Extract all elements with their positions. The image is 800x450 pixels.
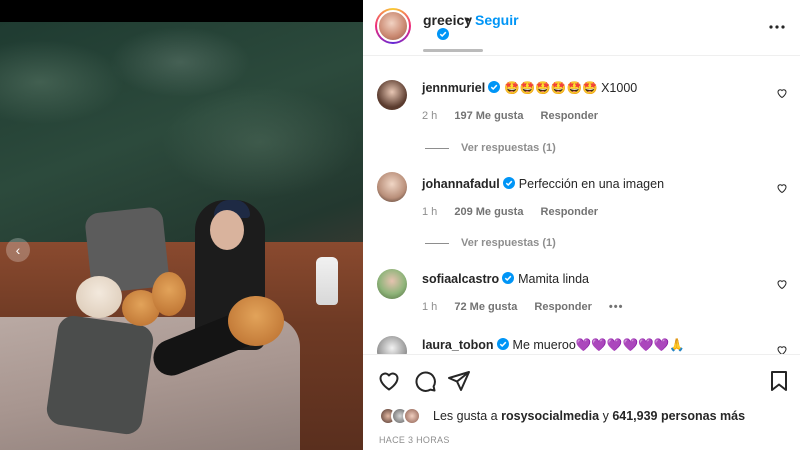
commenter-username[interactable]: laura_tobon [422, 338, 494, 352]
reply-button[interactable]: Responder [534, 301, 591, 313]
likes-prefix: Les gusta a [433, 409, 498, 423]
post-detail-panel: greeicy • Seguir jennmuriel 🤩🤩🤩🤩🤩🤩 X1000 … [363, 0, 800, 450]
post-actions: Les gusta a rosysocialmedia y 641,939 pe… [363, 354, 800, 450]
bookmark-icon[interactable] [767, 369, 791, 393]
view-replies-label: Ver respuestas (1) [461, 237, 556, 249]
pillow [44, 313, 156, 437]
divider [425, 242, 449, 244]
comment-likes[interactable]: 209 Me gusta [454, 206, 523, 218]
comment-meta: 1 h 72 Me gusta Responder ••• [422, 301, 637, 313]
comment-time: 1 h [422, 301, 438, 313]
follow-button[interactable]: Seguir [475, 12, 519, 28]
commenter-username[interactable]: johannafadul [422, 177, 500, 191]
commenter-avatar[interactable] [377, 80, 407, 110]
likes-middle: y [602, 409, 609, 423]
separator: • [465, 11, 470, 27]
chevron-left-icon: ‹ [15, 242, 21, 258]
verified-icon [496, 338, 509, 350]
verified-icon [502, 177, 515, 189]
dog [76, 276, 122, 318]
verified-icon [502, 272, 515, 284]
comments-list: jennmuriel 🤩🤩🤩🤩🤩🤩 X1000 2 h 197 Me gusta … [363, 56, 800, 354]
liked-by-avatars[interactable] [379, 407, 439, 425]
verified-icon [437, 28, 449, 40]
comment-options-button[interactable]: ••• [609, 301, 624, 313]
liked-by-user[interactable]: rosysocialmedia [501, 409, 599, 423]
commenter-username[interactable]: sofiaalcastro [422, 272, 499, 286]
dog [228, 296, 284, 346]
comment-text: Perfección en una imagen [518, 177, 665, 191]
comment-body: laura_tobon Me mueroo💜💜💜💜💜💜🙏 [422, 338, 685, 353]
heart-icon[interactable] [776, 344, 788, 354]
heart-icon[interactable] [776, 278, 788, 290]
comment-meta: 2 h 197 Me gusta Responder [422, 110, 612, 122]
divider [425, 147, 449, 149]
comment-time: 1 h [422, 206, 438, 218]
likes-summary: Les gusta a rosysocialmedia y 641,939 pe… [433, 409, 745, 423]
post-photo[interactable]: ‹ [0, 22, 363, 450]
reply-button[interactable]: Responder [541, 110, 598, 122]
heart-icon[interactable] [776, 87, 788, 99]
face [210, 210, 244, 250]
dog [152, 272, 186, 316]
comment-body: sofiaalcastro Mamita linda [422, 272, 589, 286]
like-heart-icon[interactable] [377, 369, 401, 393]
verified-icon [488, 81, 501, 93]
comment-likes[interactable]: 197 Me gusta [454, 110, 523, 122]
carousel-prev-button[interactable]: ‹ [6, 238, 30, 262]
author-avatar[interactable] [375, 8, 411, 44]
comment-text: 🤩🤩🤩🤩🤩🤩 X1000 [504, 81, 638, 95]
comment-meta: 1 h 209 Me gusta Responder [422, 206, 612, 218]
post-timestamp[interactable]: HACE 3 HORAS [379, 435, 450, 445]
commenter-avatar[interactable] [377, 336, 407, 354]
view-replies-button[interactable]: Ver respuestas (1) [425, 237, 556, 249]
clipped-caption [423, 44, 523, 52]
share-icon[interactable] [447, 369, 471, 393]
comment-body: jennmuriel 🤩🤩🤩🤩🤩🤩 X1000 [422, 81, 637, 96]
comment-time: 2 h [422, 110, 438, 122]
commenter-avatar[interactable] [377, 269, 407, 299]
comment-body: johannafadul Perfección en una imagen [422, 177, 664, 191]
view-replies-label: Ver respuestas (1) [461, 142, 556, 154]
heart-icon[interactable] [776, 182, 788, 194]
commenter-username[interactable]: jennmuriel [422, 81, 485, 95]
comment-text: Mamita linda [518, 272, 589, 286]
commenter-avatar[interactable] [377, 172, 407, 202]
comment-likes[interactable]: 72 Me gusta [454, 301, 517, 313]
likes-count[interactable]: 641,939 personas más [612, 409, 745, 423]
comment-icon[interactable] [413, 369, 437, 393]
more-horizontal-icon[interactable] [768, 18, 786, 36]
comment-text: Me mueroo💜💜💜💜💜💜🙏 [512, 338, 685, 352]
post-header: greeicy • Seguir [363, 0, 800, 56]
reply-button[interactable]: Responder [541, 206, 598, 218]
bottle [316, 257, 338, 305]
view-replies-button[interactable]: Ver respuestas (1) [425, 142, 556, 154]
